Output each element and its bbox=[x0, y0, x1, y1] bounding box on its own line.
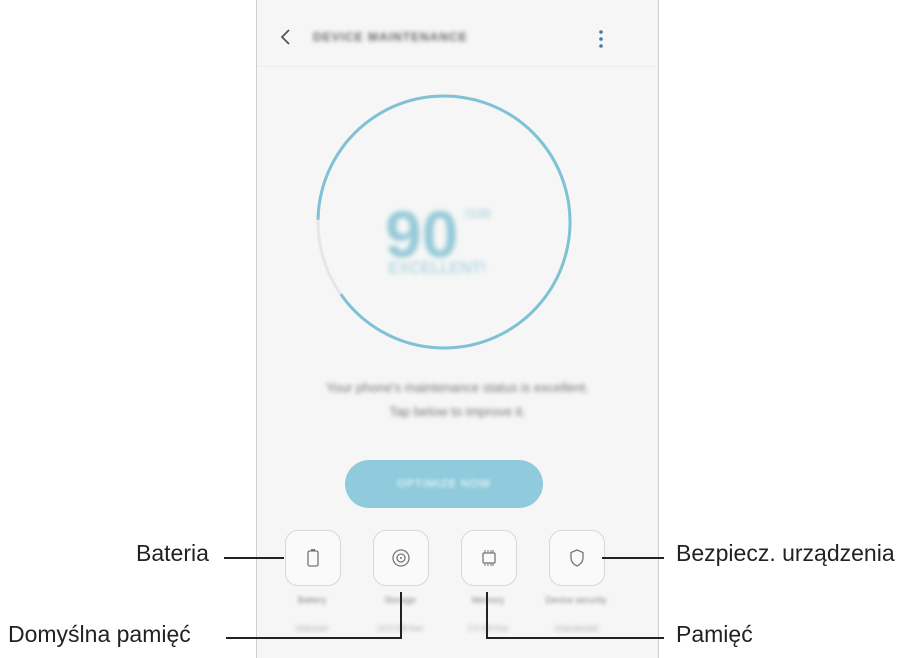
memory-tile[interactable] bbox=[461, 530, 517, 586]
battery-value: Unknown bbox=[295, 624, 329, 633]
storage-tile[interactable] bbox=[373, 530, 429, 586]
callout-line-memory-v bbox=[486, 592, 488, 639]
storage-icon bbox=[392, 549, 410, 567]
battery-tile[interactable] bbox=[285, 530, 341, 586]
shield-icon bbox=[570, 549, 584, 567]
status-message-line2: Tap below to improve it. bbox=[389, 404, 526, 419]
score-status: EXCELLENT! bbox=[388, 260, 486, 277]
status-message-line1: Your phone's maintenance status is excel… bbox=[326, 380, 589, 395]
device-security-value: Unprotected bbox=[554, 624, 598, 633]
memory-label: Memory bbox=[443, 595, 533, 605]
callout-memory: Pamięć bbox=[676, 621, 753, 647]
battery-label: Battery bbox=[297, 595, 327, 605]
device-security-tile[interactable] bbox=[549, 530, 605, 586]
optimize-now-button[interactable]: OPTIMIZE NOW bbox=[345, 460, 543, 508]
phone-screen: DEVICE MAINTENANCE 90 /100 EXCELLENT! Yo… bbox=[256, 0, 659, 658]
device-security-label: Device security bbox=[545, 595, 607, 605]
callout-line-storage-h bbox=[226, 637, 402, 639]
optimize-now-label: OPTIMIZE NOW bbox=[397, 478, 491, 490]
callout-security: Bezpiecz. urządzenia bbox=[676, 540, 895, 566]
memory-value: 2.5 GB free bbox=[467, 624, 509, 633]
score-unit: /100 bbox=[465, 206, 491, 221]
callout-line-security bbox=[602, 557, 664, 559]
callout-line-memory-h bbox=[486, 637, 664, 639]
score-ring bbox=[316, 94, 572, 350]
callout-battery: Bateria bbox=[136, 540, 209, 566]
callout-line-storage-v bbox=[400, 592, 402, 639]
callout-line-battery bbox=[224, 557, 284, 559]
battery-icon bbox=[307, 549, 319, 567]
callout-storage: Domyślna pamięć bbox=[8, 621, 191, 647]
memory-chip-icon bbox=[482, 550, 496, 566]
